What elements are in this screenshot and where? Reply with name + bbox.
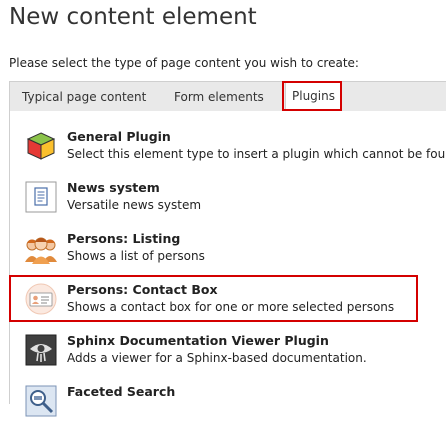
tab-bar: Typical page content Form elements Plugi… — [9, 81, 446, 113]
plugin-item-name: News system — [67, 180, 160, 195]
plugin-item-description: Shows a list of persons — [67, 249, 205, 263]
plugin-item-description: Adds a viewer for a Sphinx-based documen… — [67, 351, 367, 365]
plugin-item-name: Persons: Listing — [67, 231, 181, 246]
plugin-item-description: Versatile news system — [67, 198, 202, 212]
plugin-item-name: Sphinx Documentation Viewer Plugin — [67, 333, 329, 348]
tab-form-elements[interactable]: Form elements — [174, 82, 264, 112]
intro-text: Please select the type of page content y… — [9, 56, 359, 70]
tab-plugins[interactable]: Plugins — [285, 81, 342, 113]
contact-card-icon — [25, 283, 57, 315]
tab-typical-page-content[interactable]: Typical page content — [22, 82, 146, 112]
plugin-item-persons-listing[interactable]: Persons: Listing Shows a list of persons — [10, 226, 446, 277]
page-title: New content element — [9, 4, 257, 30]
plugin-item-description: Shows a contact box for one or more sele… — [67, 300, 395, 314]
plugin-item-faceted-search[interactable]: Faceted Search — [10, 379, 446, 430]
news-document-icon — [25, 181, 57, 213]
plugin-item-persons-contact-box[interactable]: Persons: Contact Box Shows a contact box… — [10, 277, 446, 328]
sphinx-eye-icon — [25, 334, 57, 366]
faceted-search-icon — [25, 385, 57, 417]
cube-plugin-icon — [25, 130, 57, 162]
plugin-item-general-plugin[interactable]: General Plugin Select this element type … — [10, 124, 446, 175]
plugin-item-sphinx-documentation-viewer[interactable]: Sphinx Documentation Viewer Plugin Adds … — [10, 328, 446, 379]
plugin-item-news-system[interactable]: News system Versatile news system — [10, 175, 446, 226]
persons-group-icon — [25, 232, 57, 264]
plugin-item-name: Faceted Search — [67, 384, 176, 399]
plugin-item-description: Select this element type to insert a plu… — [67, 147, 446, 161]
plugin-item-name: General Plugin — [67, 129, 171, 144]
plugin-item-name: Persons: Contact Box — [67, 282, 218, 297]
plugin-list-panel: General Plugin Select this element type … — [9, 111, 446, 417]
